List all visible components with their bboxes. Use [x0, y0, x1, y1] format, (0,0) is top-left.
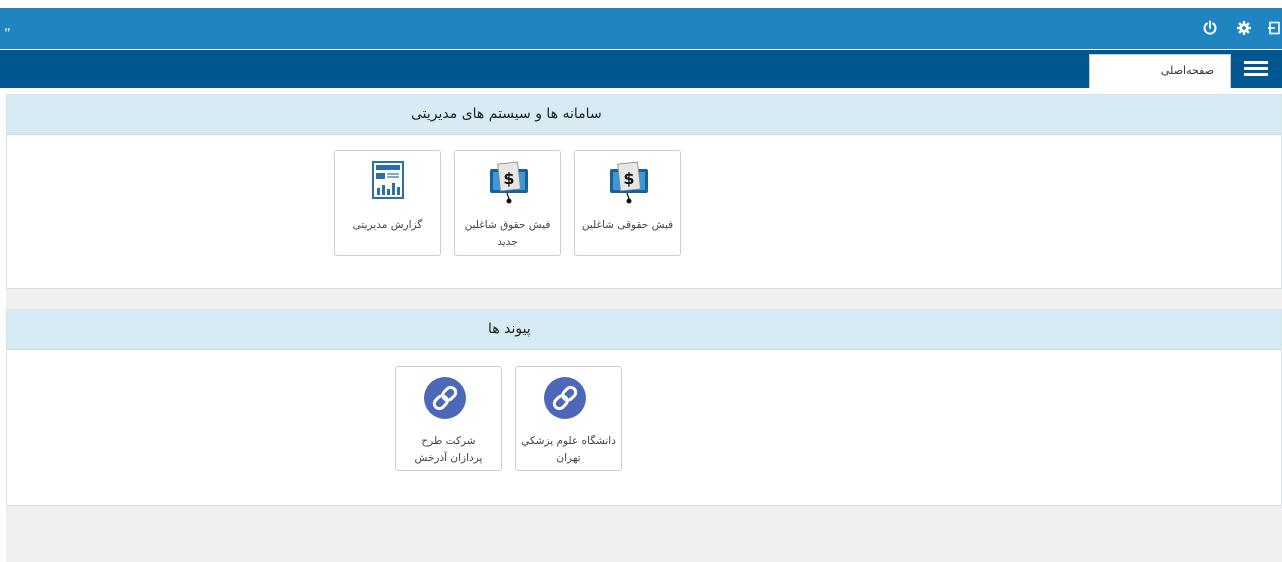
hamburger-icon[interactable] — [1240, 56, 1274, 82]
tab-home[interactable]: صفحه‌اصلی — [1089, 54, 1231, 88]
topbar-left-glyph: „ — [4, 19, 11, 34]
nav-bar: صفحه‌اصلی — [0, 50, 1282, 88]
tile-label: شرکت طرح پردازان آذرخش — [414, 435, 483, 464]
link-icon — [424, 377, 466, 419]
links-panel: پیوند ها دانشگاه علوم پزشكي تهران شرکت ط… — [6, 309, 1282, 506]
svg-text:$: $ — [503, 169, 514, 188]
systems-panel: سامانه ها و سیستم های مدیریتی $ فیش حقوق… — [6, 94, 1282, 289]
logout-icon[interactable] — [1266, 18, 1282, 38]
payslip-icon: $ — [455, 159, 560, 209]
section-divider — [6, 289, 1282, 309]
report-icon — [335, 159, 440, 209]
tile-link-azarakhsh[interactable]: شرکت طرح پردازان آذرخش — [395, 366, 502, 471]
tile-link-tums[interactable]: دانشگاه علوم پزشكي تهران — [515, 366, 622, 471]
links-panel-title: پیوند ها — [488, 321, 531, 337]
systems-panel-title: سامانه ها و سیستم های مدیریتی — [411, 106, 602, 122]
payslip-icon: $ — [575, 159, 680, 209]
tile-label: فیش حقوقی شاغلین — [581, 219, 674, 231]
tile-label: گزارش مدیریتی — [352, 219, 423, 231]
tile-management-report[interactable]: گزارش مدیریتی — [334, 150, 441, 256]
tile-payslip-new[interactable]: $ فیش حقوق شاغلین جدید — [454, 150, 561, 256]
top-bar: „ — [0, 8, 1282, 49]
page-footer-area — [6, 506, 1282, 562]
power-icon[interactable] — [1200, 18, 1220, 38]
tile-label: دانشگاه علوم پزشكي تهران — [521, 435, 616, 464]
link-icon — [544, 377, 586, 419]
systems-panel-header: سامانه ها و سیستم های مدیریتی — [7, 95, 1281, 135]
tile-payslip[interactable]: $ فیش حقوقی شاغلین — [574, 150, 681, 256]
svg-text:$: $ — [623, 169, 634, 188]
tile-label: فیش حقوق شاغلین جدید — [464, 219, 551, 248]
gear-icon[interactable] — [1234, 18, 1254, 38]
links-panel-header: پیوند ها — [7, 310, 1281, 350]
